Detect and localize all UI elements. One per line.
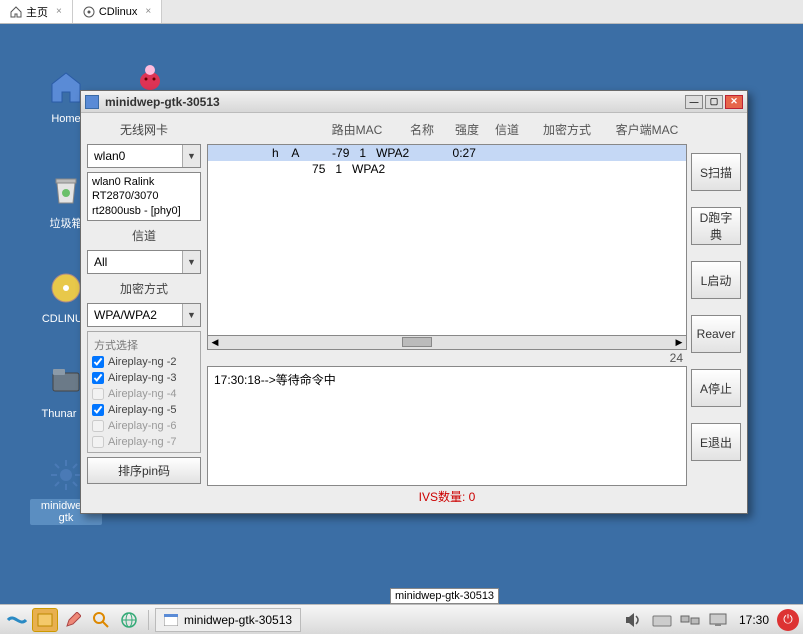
method-checkbox[interactable] (92, 372, 104, 384)
ap-row[interactable]: h A -79 1 WPA2 0:27 (208, 145, 686, 161)
method-checkbox (92, 436, 104, 448)
tab-cdlinux[interactable]: CDlinux × (73, 0, 162, 23)
close-icon[interactable]: × (145, 6, 151, 17)
col-enc: 加密方式 (527, 121, 607, 138)
row-count: 24 (207, 350, 687, 366)
table-header: 路由MAC 名称 强度 信道 加密方式 客户端MAC (207, 119, 687, 144)
taskbar-window-button[interactable]: minidwep-gtk-30513 (155, 608, 301, 632)
method-checkbox-row: Aireplay-ng -4 (92, 386, 196, 402)
scroll-left-icon[interactable]: ◀ (208, 336, 222, 349)
combo-value: wlan0 (88, 149, 182, 163)
channel-combo[interactable]: All ▼ (87, 250, 201, 274)
scan-button[interactable]: S扫描 (691, 153, 741, 191)
horizontal-scrollbar[interactable]: ◀ ▶ (207, 336, 687, 350)
launcher-icon[interactable] (4, 608, 30, 632)
taskbar: minidwep-gtk-30513 17:30 ⏻ (0, 604, 803, 634)
ap-list[interactable]: h A -79 1 WPA2 0:27 75 1 WPA2 (207, 144, 687, 336)
separator (148, 610, 149, 630)
tab-label: 主页 (26, 4, 48, 20)
ap-row[interactable]: 75 1 WPA2 (208, 161, 686, 177)
left-panel: 无线网卡 wlan0 ▼ wlan0 Ralink RT2870/3070 rt… (81, 113, 207, 513)
channel-label: 信道 (87, 225, 201, 246)
encryption-combo[interactable]: WPA/WPA2 ▼ (87, 303, 201, 327)
scroll-right-icon[interactable]: ▶ (672, 336, 686, 349)
dict-button[interactable]: D跑字典 (691, 207, 741, 245)
scroll-track[interactable] (222, 336, 672, 349)
col-name: 名称 (397, 121, 447, 138)
method-legend: 方式选择 (92, 337, 140, 353)
method-label: Aireplay-ng -5 (108, 404, 176, 416)
method-checkbox-row[interactable]: Aireplay-ng -3 (92, 370, 196, 386)
method-label: Aireplay-ng -6 (108, 420, 176, 432)
start-button[interactable]: L启动 (691, 261, 741, 299)
network-icon[interactable] (677, 608, 703, 632)
col-client: 客户端MAC (607, 121, 687, 138)
method-checkbox-row[interactable]: Aireplay-ng -2 (92, 354, 196, 370)
col-signal: 强度 (447, 121, 487, 138)
editor-icon[interactable] (60, 608, 86, 632)
volume-icon[interactable] (621, 608, 647, 632)
method-checkbox[interactable] (92, 356, 104, 368)
log-output: 17:30:18-->等待命令中 (207, 366, 687, 486)
method-checkbox-row[interactable]: Aireplay-ng -5 (92, 402, 196, 418)
method-label: Aireplay-ng -7 (108, 436, 176, 448)
window-icon (164, 614, 178, 626)
maximize-button[interactable]: ▢ (705, 95, 723, 109)
taskbar-window-label: minidwep-gtk-30513 (184, 613, 292, 627)
ivs-status: IVS数量: 0 (207, 486, 687, 507)
home-icon (10, 6, 22, 18)
power-button[interactable]: ⏻ (777, 609, 799, 631)
keyboard-icon[interactable] (649, 608, 675, 632)
clock[interactable]: 17:30 (733, 613, 775, 627)
method-checkbox (92, 388, 104, 400)
desktop-icon[interactable] (32, 608, 58, 632)
minimize-button[interactable]: — (685, 95, 703, 109)
center-panel: 路由MAC 名称 强度 信道 加密方式 客户端MAC h A -79 1 WPA… (207, 113, 687, 513)
method-checkbox-row: Aireplay-ng -7 (92, 434, 196, 450)
method-checkbox-row: Aireplay-ng -6 (92, 418, 196, 434)
encryption-label: 加密方式 (87, 278, 201, 299)
close-button[interactable]: ✕ (725, 95, 743, 109)
stop-button[interactable]: A停止 (691, 369, 741, 407)
method-fieldset: 方式选择 Aireplay-ng -2 Aireplay-ng -3 Airepla… (87, 331, 201, 453)
close-icon[interactable]: × (56, 6, 62, 17)
method-label: Aireplay-ng -3 (108, 372, 176, 384)
search-icon[interactable] (88, 608, 114, 632)
method-label: Aireplay-ng -2 (108, 356, 176, 368)
window-icon (85, 95, 99, 109)
col-mac: 路由MAC (317, 121, 397, 138)
method-checkbox (92, 420, 104, 432)
window-title: minidwep-gtk-30513 (105, 95, 220, 109)
adapter-detail[interactable]: wlan0 Ralink RT2870/3070 rt2800usb - [ph… (87, 172, 201, 221)
adapter-combo[interactable]: wlan0 ▼ (87, 144, 201, 168)
tooltip: minidwep-gtk-30513 (390, 588, 499, 604)
sort-pin-button[interactable]: 排序pin码 (87, 457, 201, 484)
action-panel: S扫描 D跑字典 L启动 Reaver A停止 E退出 (687, 113, 747, 513)
display-icon[interactable] (705, 608, 731, 632)
disc-icon (83, 6, 95, 18)
reaver-button[interactable]: Reaver (691, 315, 741, 353)
app-window: minidwep-gtk-30513 — ▢ ✕ 无线网卡 wlan0 ▼ wl… (80, 90, 748, 514)
method-checkbox[interactable] (92, 404, 104, 416)
adapter-label: 无线网卡 (87, 119, 201, 140)
chevron-down-icon[interactable]: ▼ (182, 251, 200, 273)
tab-home[interactable]: 主页 × (0, 0, 73, 23)
col-channel: 信道 (487, 121, 527, 138)
globe-icon[interactable] (116, 608, 142, 632)
chevron-down-icon[interactable]: ▼ (182, 145, 200, 167)
page-tabbar: 主页 × CDlinux × (0, 0, 803, 24)
combo-value: All (88, 255, 182, 269)
exit-button[interactable]: E退出 (691, 423, 741, 461)
titlebar[interactable]: minidwep-gtk-30513 — ▢ ✕ (81, 91, 747, 113)
scroll-thumb[interactable] (402, 337, 432, 347)
tab-label: CDlinux (99, 6, 138, 18)
chevron-down-icon[interactable]: ▼ (182, 304, 200, 326)
combo-value: WPA/WPA2 (88, 308, 182, 322)
method-label: Aireplay-ng -4 (108, 388, 176, 400)
